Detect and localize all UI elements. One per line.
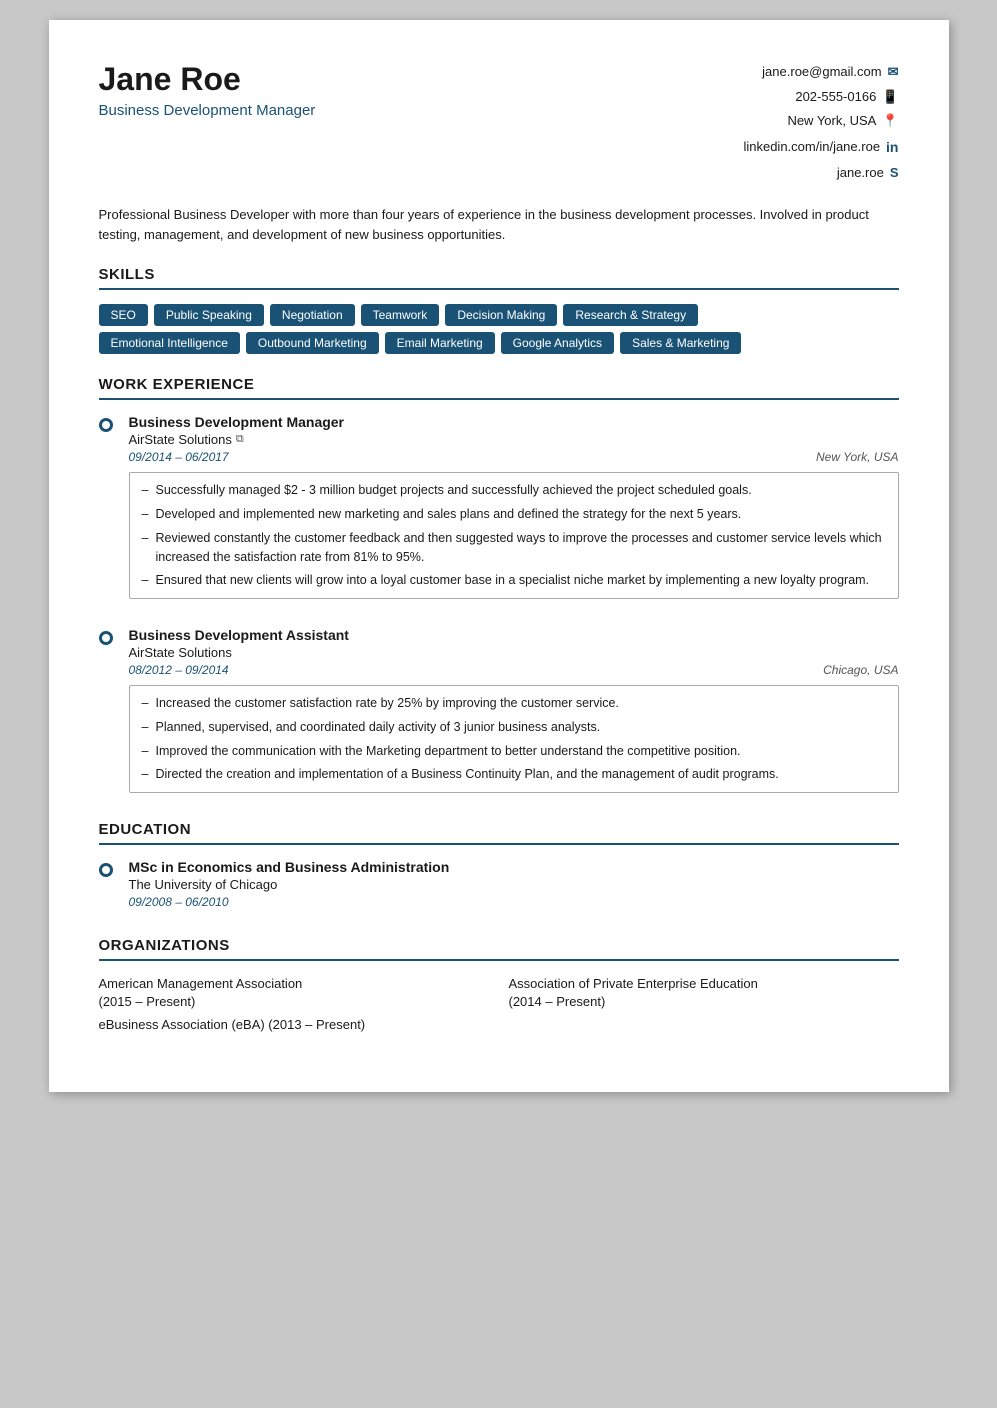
org-single-item: eBusiness Association (eBA) (2013 – Pres… bbox=[99, 1017, 899, 1032]
header-contact-block: jane.roe@gmail.com ✉ 202-555-0166 📱 New … bbox=[743, 60, 898, 185]
org-name-2: Association of Private Enterprise Educat… bbox=[509, 975, 899, 993]
bullet-2-1: Increased the customer satisfaction rate… bbox=[142, 694, 886, 713]
edu-degree-1: MSc in Economics and Business Administra… bbox=[129, 859, 899, 875]
external-link-icon-1: ⧉ bbox=[236, 433, 244, 446]
skill-teamwork: Teamwork bbox=[361, 304, 440, 326]
linkedin-text: linkedin.com/in/jane.roe bbox=[743, 135, 880, 160]
org-item-2: Association of Private Enterprise Educat… bbox=[509, 975, 899, 1011]
skill-research-strategy: Research & Strategy bbox=[563, 304, 698, 326]
contact-phone-row: 202-555-0166 📱 bbox=[743, 85, 898, 110]
company-name-1: AirState Solutions bbox=[129, 432, 232, 447]
skill-sales-marketing: Sales & Marketing bbox=[620, 332, 741, 354]
job-meta-2: 08/2012 – 09/2014 Chicago, USA bbox=[129, 663, 899, 677]
bullet-1-4: Ensured that new clients will grow into … bbox=[142, 571, 886, 590]
org-years-1: (2015 – Present) bbox=[99, 993, 489, 1011]
job-content-1: Business Development Manager AirState So… bbox=[129, 414, 899, 599]
skype-text: jane.roe bbox=[837, 161, 884, 186]
candidate-name: Jane Roe bbox=[99, 60, 316, 98]
bullet-1-3: Reviewed constantly the customer feedbac… bbox=[142, 529, 886, 567]
bullet-2-4: Directed the creation and implementation… bbox=[142, 765, 886, 784]
edu-content-1: MSc in Economics and Business Administra… bbox=[129, 859, 899, 909]
job-company-1: AirState Solutions ⧉ bbox=[129, 432, 899, 447]
skill-email-marketing: Email Marketing bbox=[385, 332, 495, 354]
skype-icon: S bbox=[890, 161, 899, 186]
header-name-block: Jane Roe Business Development Manager bbox=[99, 60, 316, 119]
skill-google-analytics: Google Analytics bbox=[501, 332, 614, 354]
skills-row-1: SEO Public Speaking Negotiation Teamwork… bbox=[99, 304, 899, 326]
skills-section-title: SKILLS bbox=[99, 266, 899, 290]
education-section: EDUCATION MSc in Economics and Business … bbox=[99, 821, 899, 909]
candidate-title: Business Development Manager bbox=[99, 102, 316, 119]
bullet-1-1: Successfully managed $2 - 3 million budg… bbox=[142, 481, 886, 500]
timeline-dot-col-2 bbox=[99, 627, 113, 793]
contact-email-row: jane.roe@gmail.com ✉ bbox=[743, 60, 898, 85]
job-bullets-2: Increased the customer satisfaction rate… bbox=[129, 685, 899, 793]
job-item-2: Business Development Assistant AirState … bbox=[99, 627, 899, 793]
skill-seo: SEO bbox=[99, 304, 148, 326]
skill-decision-making: Decision Making bbox=[445, 304, 557, 326]
skill-outbound-marketing: Outbound Marketing bbox=[246, 332, 379, 354]
skill-public-speaking: Public Speaking bbox=[154, 304, 264, 326]
job-location-1: New York, USA bbox=[816, 450, 898, 464]
org-item-1: American Management Association (2015 – … bbox=[99, 975, 489, 1011]
skill-emotional-intelligence: Emotional Intelligence bbox=[99, 332, 240, 354]
skills-section: SKILLS SEO Public Speaking Negotiation T… bbox=[99, 266, 899, 354]
edu-item-1: MSc in Economics and Business Administra… bbox=[99, 859, 899, 909]
timeline-dot-1 bbox=[99, 418, 113, 432]
orgs-section-title: ORGANIZATIONS bbox=[99, 937, 899, 961]
bullet-2-3: Improved the communication with the Mark… bbox=[142, 742, 886, 761]
skill-negotiation: Negotiation bbox=[270, 304, 355, 326]
edu-dot-col-1 bbox=[99, 859, 113, 909]
location-text: New York, USA bbox=[787, 109, 876, 134]
contact-linkedin-row: linkedin.com/in/jane.roe in bbox=[743, 134, 898, 161]
work-experience-section: WORK EXPERIENCE Business Development Man… bbox=[99, 376, 899, 793]
bullet-1-2: Developed and implemented new marketing … bbox=[142, 505, 886, 524]
company-name-2: AirState Solutions bbox=[129, 645, 232, 660]
org-name-1: American Management Association bbox=[99, 975, 489, 993]
email-text: jane.roe@gmail.com bbox=[762, 60, 881, 85]
linkedin-icon: in bbox=[886, 134, 898, 161]
job-bullets-1: Successfully managed $2 - 3 million budg… bbox=[129, 472, 899, 599]
job-dates-2: 08/2012 – 09/2014 bbox=[129, 663, 229, 677]
phone-icon: 📱 bbox=[882, 85, 898, 110]
skills-row-2: Emotional Intelligence Outbound Marketin… bbox=[99, 332, 899, 354]
edu-school-1: The University of Chicago bbox=[129, 877, 899, 892]
bullet-2-2: Planned, supervised, and coordinated dai… bbox=[142, 718, 886, 737]
org-years-2: (2014 – Present) bbox=[509, 993, 899, 1011]
location-icon: 📍 bbox=[882, 109, 898, 134]
resume-header: Jane Roe Business Development Manager ja… bbox=[99, 60, 899, 185]
job-meta-1: 09/2014 – 06/2017 New York, USA bbox=[129, 450, 899, 464]
resume-document: Jane Roe Business Development Manager ja… bbox=[49, 20, 949, 1092]
summary-text: Professional Business Developer with mor… bbox=[99, 205, 899, 244]
edu-dates-1: 09/2008 – 06/2010 bbox=[129, 895, 899, 909]
phone-text: 202-555-0166 bbox=[795, 85, 876, 110]
job-dates-1: 09/2014 – 06/2017 bbox=[129, 450, 229, 464]
orgs-grid: American Management Association (2015 – … bbox=[99, 975, 899, 1011]
job-content-2: Business Development Assistant AirState … bbox=[129, 627, 899, 793]
job-item-1: Business Development Manager AirState So… bbox=[99, 414, 899, 599]
job-location-2: Chicago, USA bbox=[823, 663, 898, 677]
work-section-title: WORK EXPERIENCE bbox=[99, 376, 899, 400]
organizations-section: ORGANIZATIONS American Management Associ… bbox=[99, 937, 899, 1032]
edu-dot-1 bbox=[99, 863, 113, 877]
timeline-dot-2 bbox=[99, 631, 113, 645]
contact-skype-row: jane.roe S bbox=[743, 161, 898, 186]
job-title-1: Business Development Manager bbox=[129, 414, 899, 430]
education-section-title: EDUCATION bbox=[99, 821, 899, 845]
job-title-2: Business Development Assistant bbox=[129, 627, 899, 643]
contact-location-row: New York, USA 📍 bbox=[743, 109, 898, 134]
email-icon: ✉ bbox=[888, 60, 899, 85]
job-company-2: AirState Solutions bbox=[129, 645, 899, 660]
timeline-dot-col-1 bbox=[99, 414, 113, 599]
